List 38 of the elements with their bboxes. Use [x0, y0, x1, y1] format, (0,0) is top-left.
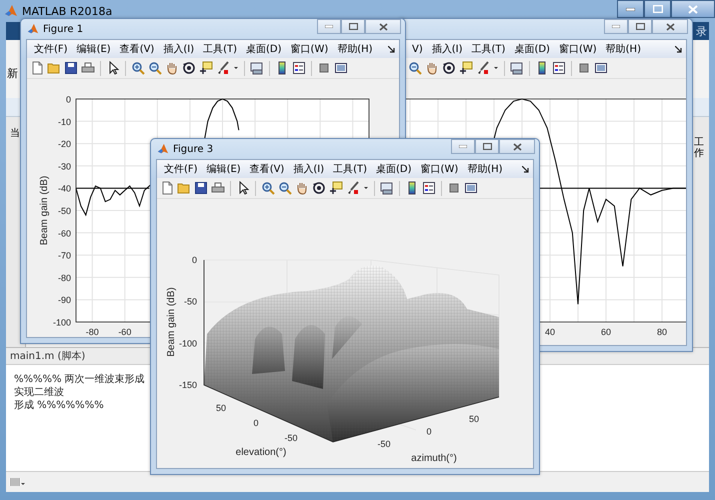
- tick-label: -50: [378, 439, 390, 449]
- tick-label: 80: [657, 327, 667, 337]
- tick-label: 50: [216, 403, 226, 413]
- tick-label: 50: [469, 414, 479, 424]
- tick-label: 0: [192, 255, 197, 265]
- tick-label: -30: [58, 161, 71, 172]
- axis-label: Beam gain (dB): [39, 176, 50, 246]
- code-line: 形成 %%%%%%%: [14, 399, 105, 412]
- axis-label: elevation(°): [236, 447, 286, 458]
- tick-label: -150: [178, 380, 197, 390]
- tick-label: -70: [58, 250, 71, 261]
- tick-label: -50: [184, 296, 197, 307]
- tick-label: -80: [86, 327, 99, 337]
- tick-label: -80: [58, 272, 71, 283]
- tick-label: -50: [58, 206, 71, 216]
- tick-label: -90: [58, 295, 71, 306]
- tick-label: 0: [66, 94, 71, 104]
- panel-label: 工作: [694, 137, 704, 159]
- window-title: Figure 1: [43, 24, 84, 34]
- axis-label: Beam gain (dB): [166, 287, 177, 357]
- tick-label: -10: [58, 116, 71, 127]
- tick-label: 40: [545, 327, 555, 337]
- tick-label: 0: [426, 426, 432, 436]
- tick-label: -50: [284, 433, 298, 443]
- tick-label: -60: [118, 327, 132, 337]
- tick-label: 60: [601, 327, 611, 337]
- tick-label: -60: [58, 228, 71, 238]
- tick-label: -40: [58, 184, 71, 194]
- window-title: Figure 3: [173, 144, 214, 154]
- window-title: MATLAB R2018a: [22, 4, 112, 18]
- tick-label: -20: [58, 139, 71, 150]
- panel-label: 当: [10, 128, 20, 139]
- tick-label: 0: [254, 418, 258, 428]
- tick-label: -100: [52, 318, 71, 328]
- axis-label: azimuth(°): [411, 453, 457, 464]
- ribbon-label: 新: [7, 67, 18, 80]
- code-line: %%%%% 两次一维波束形成实现二维波: [14, 373, 146, 399]
- tick-label: -100: [178, 338, 197, 348]
